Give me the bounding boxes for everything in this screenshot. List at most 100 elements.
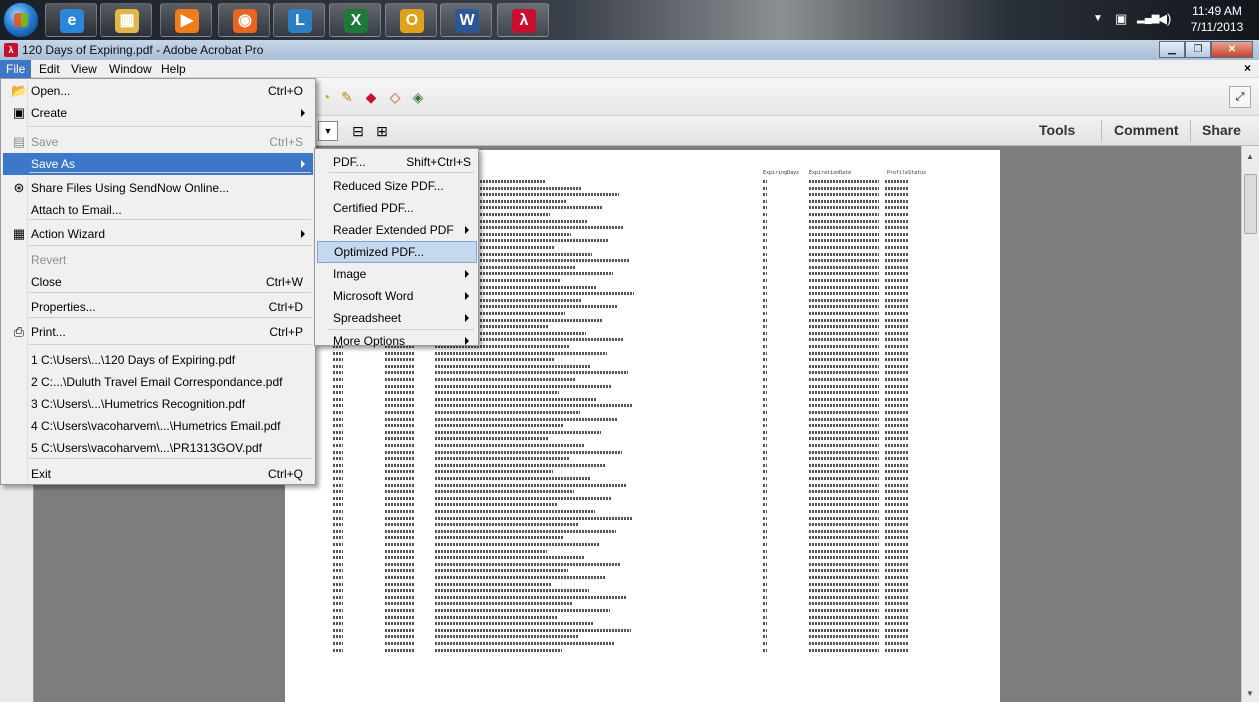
document-text-line <box>385 457 415 461</box>
menu-edit[interactable]: Edit <box>33 60 66 78</box>
pdf-export-icon[interactable]: ◈ <box>408 87 428 107</box>
fit-width-icon[interactable]: ⊞ <box>372 121 392 141</box>
zoom-dropdown[interactable]: ▼ <box>318 121 338 141</box>
file-menu-item[interactable]: ▤ Save Ctrl+S <box>3 131 313 153</box>
fullscreen-icon[interactable]: ⤢ <box>1229 86 1251 108</box>
network-icon[interactable]: ▣ <box>1115 11 1127 27</box>
save-as-item[interactable]: Reader Extended PDF <box>317 219 477 241</box>
file-menu-item[interactable]: 5 C:\Users\vacoharvem\...\PR1313GOV.pdf <box>3 437 313 459</box>
document-text-line <box>809 602 879 606</box>
taskbar-app-word[interactable]: W <box>440 3 492 37</box>
document-text-line <box>435 503 558 507</box>
sticky-note-icon[interactable]: ◔ <box>316 87 336 107</box>
close-button[interactable]: ✕ <box>1211 41 1253 58</box>
highlight-icon[interactable]: ✎ <box>337 87 357 107</box>
tab-share[interactable]: Share <box>1202 122 1241 138</box>
save-as-item[interactable]: More Options <box>317 330 477 352</box>
file-menu-item[interactable]: ▣ Create <box>3 102 313 124</box>
system-tray: ▼ ▣ ▂▄▆ ◀) 11:49 AM 7/11/2013 <box>1029 0 1259 40</box>
file-menu-item[interactable]: Exit Ctrl+Q <box>3 463 313 485</box>
document-text-line <box>333 615 343 619</box>
fit-page-icon[interactable]: ⊟ <box>348 121 368 141</box>
taskbar-app-firefox[interactable]: ◉ <box>218 3 270 37</box>
taskbar-app-acrobat[interactable]: λ <box>497 3 549 37</box>
document-text-line <box>809 483 879 487</box>
document-text-line <box>809 186 879 190</box>
file-menu-item[interactable]: ▦ Action Wizard <box>3 223 313 245</box>
document-text-line <box>333 562 343 566</box>
close-document-icon[interactable]: × <box>1244 61 1251 75</box>
file-menu-item[interactable]: 📂 Open... Ctrl+O <box>3 80 313 102</box>
tray-expand-icon[interactable]: ▼ <box>1093 13 1103 24</box>
pdf-combine-icon[interactable]: ◇ <box>385 87 405 107</box>
volume-icon[interactable]: ◀) <box>1157 11 1171 27</box>
save-as-item[interactable]: Reduced Size PDF... <box>317 175 477 197</box>
minimize-button[interactable]: ▁ <box>1159 41 1185 58</box>
document-text-line <box>763 259 767 263</box>
taskbar-app-lync[interactable]: L <box>273 3 325 37</box>
taskbar-app-internet-explorer[interactable]: e <box>45 3 97 37</box>
save-as-item[interactable]: Spreadsheet <box>317 307 477 329</box>
document-text-line <box>885 246 909 249</box>
menu-view[interactable]: View <box>65 60 103 78</box>
document-text-line <box>333 622 343 626</box>
file-menu-item[interactable]: 3 C:\Users\...\Humetrics Recognition.pdf <box>3 393 313 415</box>
file-menu-item[interactable]: 4 C:\Users\vacoharvem\...\Humetrics Emai… <box>3 415 313 437</box>
file-menu-item[interactable]: ⊛ Share Files Using SendNow Online... <box>3 177 313 199</box>
document-text-line <box>885 642 909 645</box>
file-menu-item[interactable]: Close Ctrl+W <box>3 271 313 293</box>
menu-help[interactable]: Help <box>155 60 192 78</box>
scroll-thumb[interactable] <box>1244 174 1257 234</box>
file-menu-item[interactable]: Revert <box>3 249 313 271</box>
document-text-line <box>809 470 879 474</box>
document-text-line <box>809 622 879 626</box>
vertical-scrollbar[interactable]: ▲ ▼ <box>1241 146 1259 702</box>
save-as-item[interactable]: Image <box>317 263 477 285</box>
start-button[interactable] <box>3 2 39 38</box>
document-text-line <box>809 444 879 447</box>
document-text-line <box>885 384 909 388</box>
document-text-line <box>435 417 617 421</box>
save-as-item[interactable]: Microsoft Word <box>317 285 477 307</box>
taskbar-app-outlook[interactable]: O <box>385 3 437 37</box>
document-text-line <box>385 417 415 421</box>
document-text-line <box>809 239 879 243</box>
restore-button[interactable]: ❐ <box>1185 41 1211 58</box>
document-text-line <box>763 444 767 447</box>
acrobat-app-icon[interactable]: λ <box>4 43 18 57</box>
menu-file[interactable]: File <box>0 60 32 78</box>
document-text-line <box>809 397 879 401</box>
document-text-line <box>333 430 343 434</box>
file-menu-item[interactable]: Properties... Ctrl+D <box>3 296 313 318</box>
document-text-line <box>435 543 600 546</box>
document-text-line <box>333 411 343 414</box>
file-menu-item-shortcut: Ctrl+P <box>269 325 303 339</box>
scroll-up-icon[interactable]: ▲ <box>1246 152 1254 161</box>
document-text-line <box>385 364 415 368</box>
tab-tools[interactable]: Tools <box>1039 122 1075 138</box>
save-as-item[interactable]: Certified PDF... <box>317 197 477 219</box>
clock[interactable]: 11:49 AM 7/11/2013 <box>1181 3 1253 35</box>
document-text-line <box>763 397 767 401</box>
document-text-line <box>885 219 909 223</box>
document-text-line <box>885 582 909 586</box>
taskbar-app-media-player[interactable]: ▶ <box>160 3 212 37</box>
document-text-line <box>809 543 879 546</box>
file-menu-item[interactable]: Attach to Email... <box>3 199 313 221</box>
scroll-down-icon[interactable]: ▼ <box>1246 689 1254 698</box>
save-as-item[interactable]: Optimized PDF... <box>317 241 477 263</box>
tab-comment[interactable]: Comment <box>1114 122 1179 138</box>
document-text-line <box>763 609 767 612</box>
document-text-line <box>885 463 909 467</box>
taskbar-app-excel[interactable]: X <box>329 3 381 37</box>
file-menu-item[interactable]: 2 C:...\Duluth Travel Email Correspondan… <box>3 371 313 393</box>
file-menu-item[interactable]: ⎙ Print... Ctrl+P <box>3 321 313 343</box>
menu-window[interactable]: Window <box>103 60 158 78</box>
pdf-create-icon[interactable]: ◆ <box>361 87 381 107</box>
taskbar-app-file-explorer[interactable]: ▦ <box>100 3 152 37</box>
document-text-line <box>885 345 909 348</box>
save-as-item[interactable]: PDF... Shift+Ctrl+S <box>317 151 477 173</box>
document-text-line <box>885 351 909 355</box>
file-menu-item[interactable]: 1 C:\Users\...\120 Days of Expiring.pdf <box>3 349 313 371</box>
document-text-line <box>885 213 909 216</box>
